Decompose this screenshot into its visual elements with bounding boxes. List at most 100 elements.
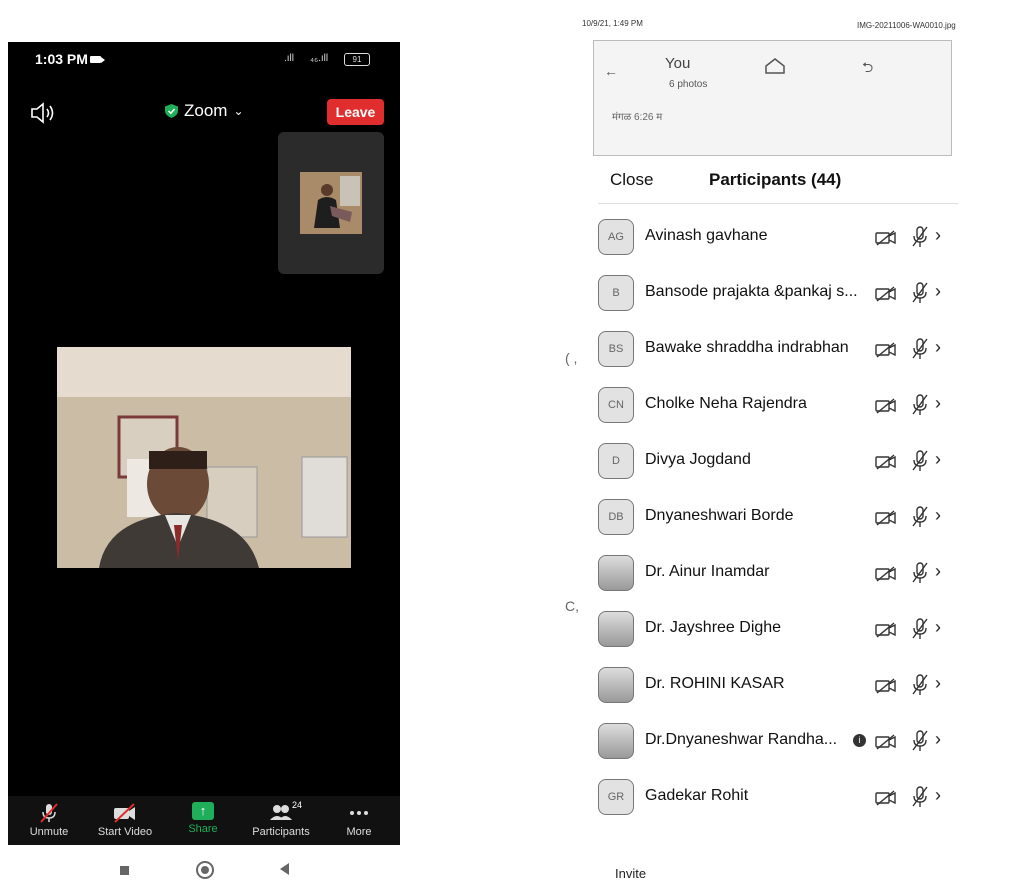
mic-muted-icon <box>912 786 928 807</box>
participant-row[interactable]: Dr. Jayshree Dighe › <box>598 607 958 657</box>
participant-name: Dr. Ainur Inamdar <box>645 563 770 580</box>
mic-muted-icon <box>912 226 928 247</box>
signal-icon: .ıll <box>284 53 294 64</box>
speaker-icon[interactable] <box>30 102 60 124</box>
mic-muted-icon <box>912 338 928 359</box>
participant-row[interactable]: Dr. ROHINI KASAR › <box>598 663 958 713</box>
mic-muted-icon <box>912 506 928 527</box>
avatar: GR <box>598 779 634 815</box>
mic-muted-icon <box>912 674 928 695</box>
chevron-down-icon: ⌄ <box>233 104 244 118</box>
home-icon[interactable] <box>196 861 214 879</box>
participant-name: Divya Jogdand <box>645 451 751 468</box>
video-off-icon <box>875 734 896 750</box>
participant-row[interactable]: D Divya Jogdand › <box>598 439 958 489</box>
chevron-right-icon: › <box>935 561 941 581</box>
chevron-right-icon: › <box>935 673 941 693</box>
chevron-right-icon: › <box>935 617 941 637</box>
participant-name: Gadekar Rohit <box>645 787 749 804</box>
avatar <box>598 611 634 647</box>
chevron-right-icon: › <box>935 393 941 413</box>
video-off-icon <box>875 398 896 414</box>
participant-name: Dr.Dnyaneshwar Randha... <box>645 731 838 748</box>
participant-row[interactable]: Dr.Dnyaneshwar Randha... i › <box>598 719 958 769</box>
participant-name: Dnyaneshwari Borde <box>645 507 794 524</box>
participant-row[interactable]: CN Cholke Neha Rajendra › <box>598 383 958 433</box>
avatar: D <box>598 443 634 479</box>
status-bar: 1:03 PM .ıll ₄₆.ıll 91 <box>8 42 400 76</box>
video-off-icon <box>875 622 896 638</box>
participant-row[interactable]: B Bansode prajakta &pankaj s... › <box>598 271 958 321</box>
chevron-right-icon: › <box>935 281 941 301</box>
unmute-button[interactable]: Unmute <box>10 802 88 838</box>
leave-button[interactable]: Leave <box>327 99 384 125</box>
participant-row[interactable]: AG Avinash gavhane › <box>598 215 958 265</box>
you-label: You <box>665 55 691 72</box>
share-label: Share <box>188 823 218 835</box>
chevron-right-icon: › <box>935 505 941 525</box>
scan-filename: IMG-20211006-WA0010.jpg <box>857 21 956 30</box>
video-off-icon <box>875 286 896 302</box>
unmute-label: Unmute <box>29 826 69 838</box>
close-button[interactable]: Close <box>610 170 653 190</box>
mic-muted-icon <box>912 618 928 639</box>
photos-count: 6 photos <box>669 79 708 90</box>
recents-icon[interactable] <box>120 866 129 875</box>
participant-row[interactable]: Dr. Ainur Inamdar › <box>598 551 958 601</box>
start-video-label: Start Video <box>97 826 153 838</box>
video-off-icon <box>875 230 896 246</box>
active-speaker-video[interactable] <box>57 347 351 568</box>
participant-name: Dr. ROHINI KASAR <box>645 675 785 692</box>
participants-icon <box>270 805 292 820</box>
avatar <box>598 723 634 759</box>
avatar <box>598 667 634 703</box>
avatar: BS <box>598 331 634 367</box>
chevron-right-icon: › <box>935 337 941 357</box>
meeting-topbar: Zoom ⌄ Leave <box>8 94 400 128</box>
participants-title: Participants (44) <box>709 170 842 189</box>
battery-icon: 91 <box>344 53 370 66</box>
chevron-right-icon: › <box>935 729 941 749</box>
avatar: DB <box>598 499 634 535</box>
more-dots-icon <box>350 811 368 815</box>
video-off-icon <box>114 803 135 823</box>
info-icon: i <box>853 734 866 747</box>
scan-mark: ( , <box>565 350 578 366</box>
photo-time: मंगळ 6:26 म <box>612 112 663 123</box>
more-button[interactable]: More <box>320 802 398 838</box>
video-off-icon <box>875 342 896 358</box>
avatar: B <box>598 275 634 311</box>
participants-button[interactable]: 24 Participants <box>242 800 320 838</box>
participant-row[interactable]: DB Dnyaneshwari Borde › <box>598 495 958 545</box>
meeting-title[interactable]: Zoom ⌄ <box>165 101 244 121</box>
video-off-icon <box>875 566 896 582</box>
mic-muted-icon <box>912 282 928 303</box>
start-video-button[interactable]: Start Video <box>86 802 164 838</box>
lte-signal-icon: ₄₆.ıll <box>310 53 329 64</box>
camcorder-icon <box>90 56 105 63</box>
participant-row[interactable]: GR Gadekar Rohit › <box>598 775 958 825</box>
zoom-meeting-screen: 1:03 PM .ıll ₄₆.ıll 91 Zoom ⌄ Leave Unmu… <box>8 42 400 845</box>
video-off-icon <box>875 454 896 470</box>
shield-icon <box>165 104 178 118</box>
participant-name: Bansode prajakta &pankaj s... <box>645 283 858 300</box>
avatar <box>598 555 634 591</box>
arrow-left-icon: ← <box>604 63 618 79</box>
gallery-preview: You 6 photos मंगळ 6:26 म ⮌ ← <box>593 40 952 156</box>
scanned-participants-list: 10/9/21, 1:49 PM IMG-20211006-WA0010.jpg… <box>560 10 1000 885</box>
invite-button[interactable]: Invite <box>615 866 646 881</box>
share-button[interactable]: ↑ Share <box>164 802 242 835</box>
android-nav-bar <box>8 845 400 885</box>
status-time: 1:03 PM <box>35 51 88 67</box>
video-off-icon <box>875 510 896 526</box>
header-divider <box>598 203 958 204</box>
home-icon <box>765 58 785 74</box>
scan-mark: C, <box>565 598 579 614</box>
participant-name: Avinash gavhane <box>645 227 768 244</box>
participant-row[interactable]: BS Bawake shraddha indrabhan › <box>598 327 958 377</box>
avatar: AG <box>598 219 634 255</box>
self-video-tile[interactable] <box>278 132 384 274</box>
avatar: CN <box>598 387 634 423</box>
back-icon[interactable] <box>280 863 289 875</box>
more-label: More <box>346 826 372 838</box>
